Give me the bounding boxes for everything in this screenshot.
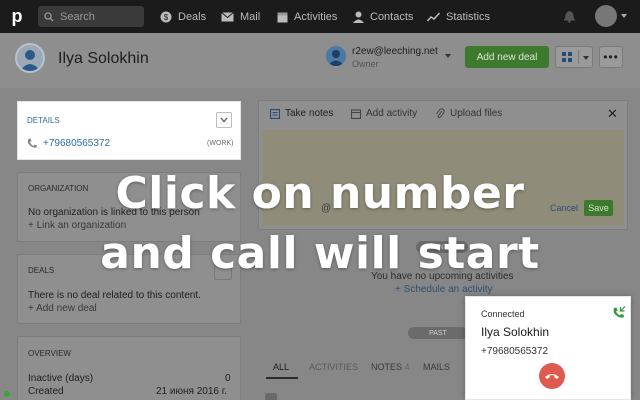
- calendar-icon: [277, 12, 288, 22]
- view-switcher-divider: [578, 50, 579, 64]
- add-new-deal-link[interactable]: + Add new deal: [28, 303, 97, 314]
- overlay-headline-line1: Click on number: [115, 168, 525, 219]
- person-icon: [353, 11, 364, 23]
- tab-upload-files[interactable]: Upload files: [435, 108, 502, 119]
- caller-name: Ilya Solokhin: [481, 325, 550, 339]
- person-header: Ilya Solokhin r2ew@leeching.net Owner Ad…: [0, 33, 640, 88]
- note-icon: [270, 108, 280, 119]
- owner-avatar[interactable]: [326, 46, 346, 66]
- overview-title: OVERVIEW: [28, 349, 71, 358]
- nav-contacts[interactable]: Contacts: [353, 0, 413, 33]
- owner-dropdown-icon[interactable]: [445, 54, 451, 58]
- person-avatar: [15, 43, 45, 73]
- schedule-activity-link[interactable]: + Schedule an activity: [395, 284, 493, 295]
- svg-text:$: $: [164, 13, 169, 22]
- phone-number-link[interactable]: +79680565372: [43, 138, 110, 149]
- pipedrive-logo[interactable]: p: [0, 0, 34, 33]
- details-title: DETAILS: [27, 116, 60, 125]
- nav-contacts-label: Contacts: [370, 10, 414, 23]
- close-icon[interactable]: ✕: [607, 106, 618, 122]
- chevron-down-icon: [220, 117, 228, 123]
- tab-notes-label: NOTES: [371, 362, 403, 372]
- nav-mail-label: Mail: [240, 10, 261, 23]
- nav-mail[interactable]: Mail: [221, 0, 260, 33]
- past-badge: PAST: [408, 327, 468, 339]
- tab-all[interactable]: ALL: [273, 362, 289, 372]
- overview-panel: OVERVIEW Inactive (days) 0 Created 21 ию…: [17, 336, 241, 400]
- chart-line-icon: [427, 11, 440, 21]
- nav-deals-label: Deals: [178, 10, 207, 23]
- hang-up-icon: [545, 374, 559, 379]
- caller-number: +79680565372: [481, 346, 549, 357]
- online-status-dot: [4, 391, 10, 397]
- call-widget: Connected Ilya Solokhin +79680565372: [465, 296, 631, 400]
- call-status: Connected: [481, 309, 525, 319]
- person-name: Ilya Solokhin: [58, 50, 149, 67]
- owner-silhouette-icon: [328, 50, 344, 66]
- tab-upload-files-label: Upload files: [450, 108, 503, 119]
- mail-icon: [221, 11, 234, 21]
- chevron-down-icon: [583, 56, 589, 60]
- nav-statistics-label: Statistics: [446, 10, 491, 23]
- nav-deals[interactable]: $ Deals: [160, 0, 206, 33]
- phone-icon: [27, 138, 37, 149]
- timeline-item-icon: [265, 393, 277, 400]
- overview-row-label: Created: [28, 386, 64, 397]
- nav-statistics[interactable]: Statistics: [427, 0, 490, 33]
- dollar-icon: $: [160, 11, 172, 22]
- add-new-deal-button[interactable]: Add new deal: [465, 46, 549, 68]
- active-tab-underline: [266, 377, 298, 379]
- hang-up-button[interactable]: [539, 363, 565, 389]
- tab-activities[interactable]: ACTIVITIES: [309, 362, 358, 372]
- paperclip-icon: [436, 108, 445, 119]
- search-icon: [44, 11, 54, 21]
- grid-icon: [562, 52, 572, 62]
- tab-mails[interactable]: MAILS: [423, 362, 450, 372]
- person-silhouette-icon: [20, 50, 40, 71]
- owner-role: Owner: [352, 59, 379, 69]
- chevron-down-icon[interactable]: [621, 14, 627, 18]
- top-navigation: p Search $ Deals Mail Activities Contact…: [0, 0, 640, 33]
- calendar-icon: [351, 108, 361, 119]
- tab-notes-count: 4: [404, 362, 410, 372]
- overlay-headline-line2: and call will start: [100, 228, 540, 279]
- bell-icon[interactable]: [563, 9, 576, 23]
- overview-row-value: 21 июня 2016 г.: [156, 386, 227, 397]
- details-toggle-button[interactable]: [216, 112, 232, 128]
- user-avatar[interactable]: [595, 5, 617, 27]
- tab-add-activity-label: Add activity: [366, 108, 418, 119]
- more-options-button[interactable]: •••: [599, 46, 623, 68]
- search-placeholder: Search: [60, 10, 95, 23]
- tab-notes[interactable]: NOTES 4: [371, 362, 410, 372]
- tab-add-activity[interactable]: Add activity: [351, 108, 417, 119]
- overview-row-label: Inactive (days): [28, 373, 94, 384]
- deals-empty-text: There is no deal related to this content…: [28, 290, 201, 301]
- search-input[interactable]: Search: [38, 6, 144, 27]
- tab-take-notes[interactable]: Take notes: [270, 108, 333, 119]
- details-card: DETAILS +79680565372 (WORK): [17, 101, 241, 160]
- nav-activities[interactable]: Activities: [277, 0, 337, 33]
- owner-email[interactable]: r2ew@leeching.net: [352, 46, 438, 57]
- overview-row-value: 0: [225, 373, 231, 384]
- nav-activities-label: Activities: [294, 10, 338, 23]
- phone-connected-icon: [613, 306, 626, 318]
- view-switcher-button[interactable]: [555, 46, 593, 68]
- phone-type-label: (WORK): [207, 140, 234, 147]
- tab-take-notes-label: Take notes: [285, 108, 334, 119]
